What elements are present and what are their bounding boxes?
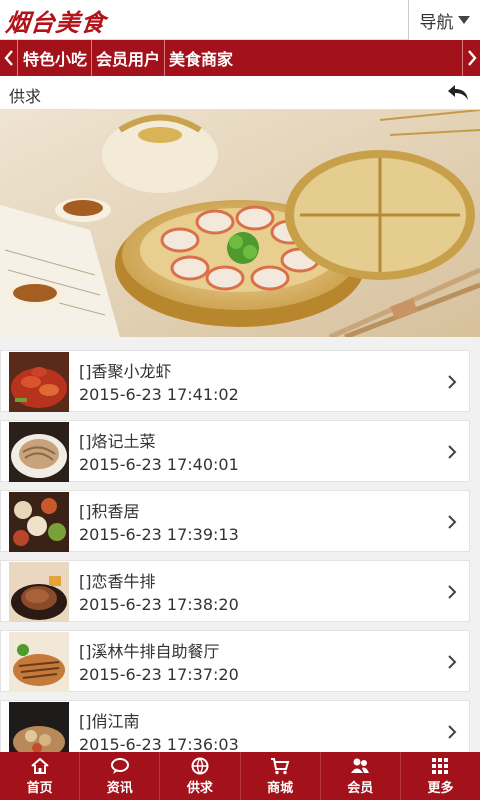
page: 烟台美食 导航 特色小吃 会员用户 美食商家 供求 []香聚小龙虾 2015-6… [0,0,480,800]
nav-menu-button[interactable]: 导航 [408,0,480,40]
grid-icon [432,757,449,774]
category-bar: 特色小吃 会员用户 美食商家 [0,40,480,76]
thumbnail-image [9,492,69,552]
chevron-right-icon [448,515,457,529]
list-item[interactable]: []恋香牛排 2015-6-23 17:38:20 [0,560,470,622]
globe-icon [191,757,209,774]
list-item-title: []积香居 [79,502,140,521]
chevron-right-icon [467,50,477,66]
chevron-right-icon [448,585,457,599]
tab-members[interactable]: 会员 [321,752,401,800]
logo-text: 烟台美食 [4,8,108,37]
chevron-right-icon [448,375,457,389]
category-scroll-right-button[interactable] [462,40,480,76]
thumbnail-image [9,422,69,482]
chevron-right-icon [448,445,457,459]
list-item-title: []烙记土菜 [79,432,156,451]
tab-label: 供求 [186,780,213,796]
list-item[interactable]: []溪林牛排自助餐厅 2015-6-23 17:37:20 [0,630,470,692]
category-scroll-left-button[interactable] [0,40,18,76]
category-item-snacks[interactable]: 特色小吃 [19,40,93,76]
list-item-title: []恋香牛排 [79,572,156,591]
list-item-title: []香聚小龙虾 [79,362,172,381]
thumbnail-image [9,562,69,622]
tab-home[interactable]: 首页 [0,752,81,800]
list-item-date: 2015-6-23 17:39:13 [79,525,239,544]
list-item-title: []俏江南 [79,712,140,731]
section-header: 供求 [0,76,480,110]
chat-bubble-icon [110,757,129,774]
list-item[interactable]: []积香居 2015-6-23 17:39:13 [0,490,470,552]
tab-more[interactable]: 更多 [401,752,480,800]
header: 烟台美食 导航 [0,0,480,40]
tab-label: 会员 [347,780,374,796]
list-item-date: 2015-6-23 17:41:02 [79,385,239,404]
back-arrow-icon[interactable] [446,82,470,104]
cart-icon [271,757,290,774]
list-item[interactable]: []香聚小龙虾 2015-6-23 17:41:02 [0,350,470,412]
tab-mall[interactable]: 商城 [241,752,321,800]
tab-supply[interactable]: 供求 [160,752,241,800]
users-icon [351,758,370,773]
section-title: 供求 [9,87,42,106]
thumbnail-image [9,352,69,412]
bottom-nav: 首页 资讯 供求 商城 会员 更多 [0,752,480,800]
chevron-right-icon [448,725,457,739]
tab-label: 资讯 [106,780,133,796]
list-item-title: []溪林牛排自助餐厅 [79,642,220,661]
caret-down-icon [457,16,470,24]
category-item-merchants[interactable]: 美食商家 [165,40,237,76]
chevron-right-icon [448,655,457,669]
list-item-date: 2015-6-23 17:40:01 [79,455,239,474]
home-icon [30,757,49,774]
list-item[interactable]: []烙记土菜 2015-6-23 17:40:01 [0,420,470,482]
category-items: 特色小吃 会员用户 美食商家 [19,40,237,76]
tab-label: 首页 [26,780,53,796]
nav-menu-label: 导航 [419,12,454,33]
thumbnail-image [9,632,69,692]
list-item-date: 2015-6-23 17:37:20 [79,665,239,684]
banner-image [0,110,480,337]
tab-label: 商城 [267,780,294,796]
logo[interactable]: 烟台美食 [4,5,108,37]
banner-carousel[interactable] [0,110,480,337]
tab-label: 更多 [427,780,454,796]
category-item-members[interactable]: 会员用户 [92,40,166,76]
chevron-left-icon [3,50,13,66]
list-item-date: 2015-6-23 17:38:20 [79,595,239,614]
tab-news[interactable]: 资讯 [80,752,161,800]
